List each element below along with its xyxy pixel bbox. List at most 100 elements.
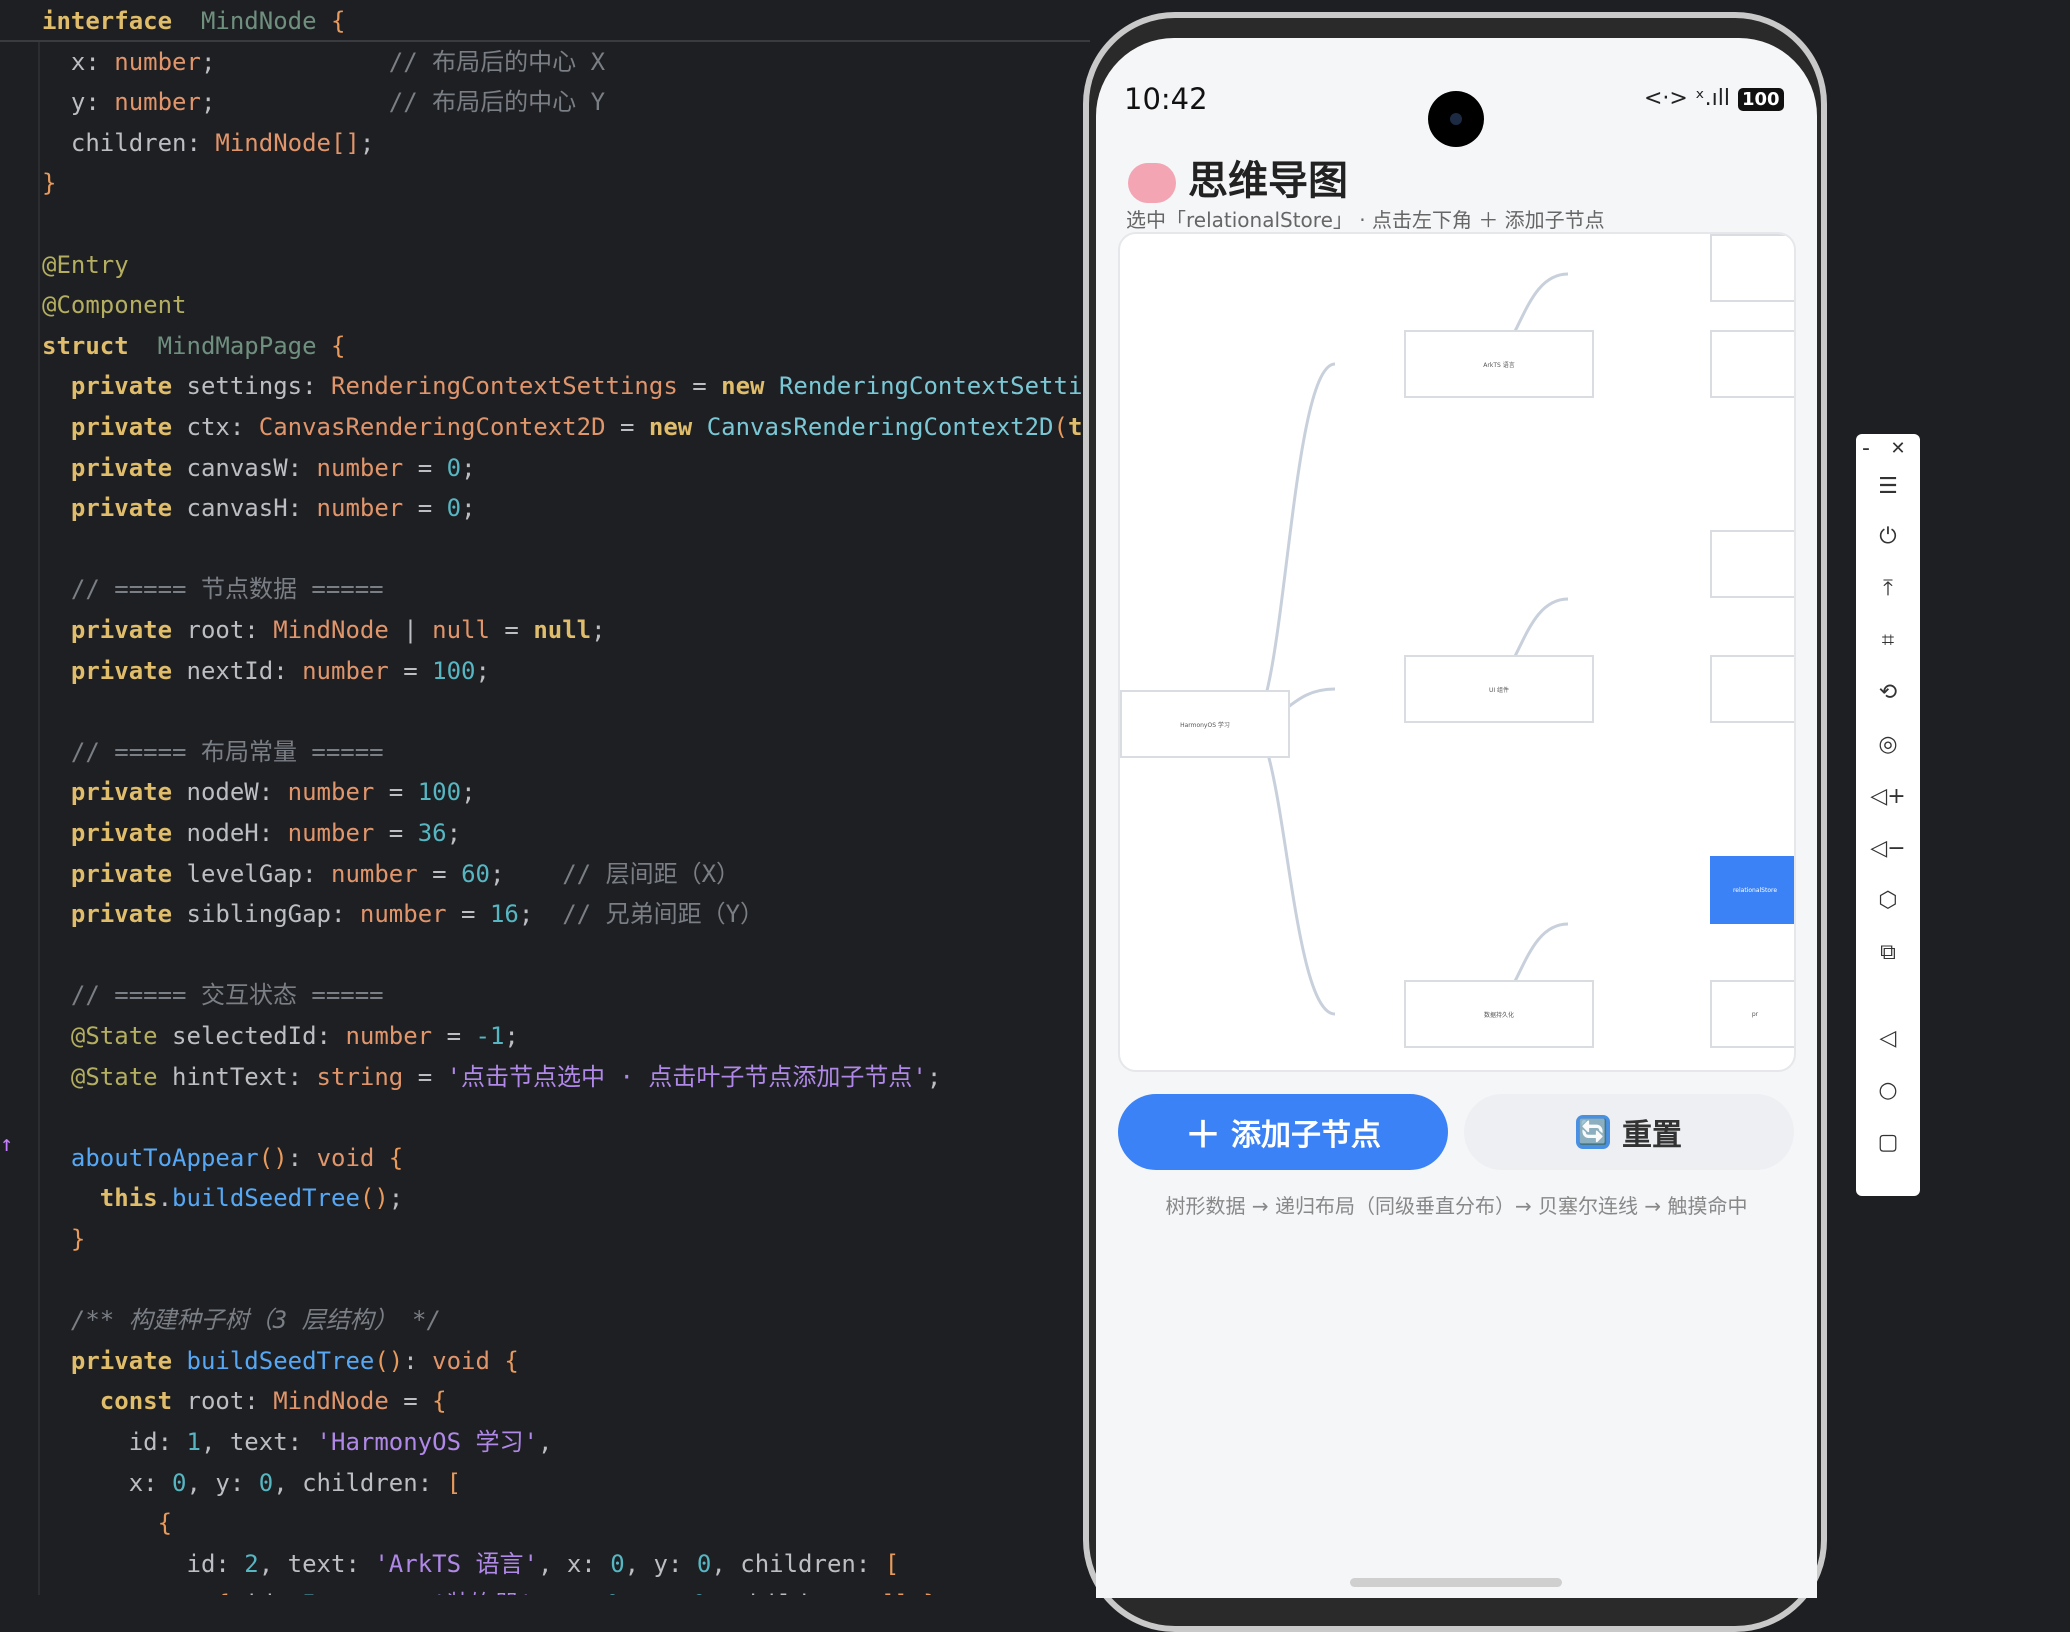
reset-button[interactable]: 🔄 重置: [1464, 1094, 1794, 1170]
code-token: struct: [42, 331, 129, 360]
code-line[interactable]: y: number; // 布局后的中心 Y: [42, 82, 605, 122]
code-token: number: [316, 453, 404, 482]
code-line[interactable]: struct MindMapPage {: [42, 326, 345, 366]
recents-icon[interactable]: ▢: [1856, 1130, 1920, 1155]
node-leaf-3[interactable]: [1710, 530, 1794, 598]
code-token: (): [258, 1143, 288, 1172]
code-token: nodeW:: [172, 778, 288, 807]
back-icon[interactable]: ◁: [1856, 1026, 1920, 1051]
code-token: new: [648, 413, 693, 441]
code-line[interactable]: id: 1, text: 'HarmonyOS 学习',: [42, 1422, 553, 1462]
volume-down-icon[interactable]: ◁−: [1856, 836, 1920, 861]
code-line[interactable]: private nodeH: number = 36;: [42, 813, 461, 853]
menu-icon[interactable]: ☰: [1856, 474, 1920, 499]
home-icon[interactable]: ○: [1856, 1078, 1920, 1103]
code-line[interactable]: }: [42, 163, 56, 203]
code-token: private: [42, 616, 173, 644]
page-title-text: 思维导图: [1188, 158, 1348, 204]
code-line[interactable]: /** 构建种子树（3 层结构） */: [42, 1300, 441, 1340]
code-token: ;: [504, 1022, 519, 1050]
code-token: number: [316, 494, 404, 523]
code-editor[interactable]: ↑ interface MindNode { x: number; // 布局后…: [0, 0, 1090, 1595]
code-line[interactable]: {: [42, 1503, 172, 1543]
code-line[interactable]: private canvasW: number = 0;: [42, 448, 476, 488]
code-token: ;: [446, 819, 462, 847]
node-leaf-pr[interactable]: pr: [1710, 980, 1794, 1048]
code-token: private: [42, 859, 173, 888]
code-token: x:: [42, 47, 115, 76]
code-token: |: [388, 616, 433, 644]
code-token: CanvasRenderingContext2D: [258, 413, 606, 441]
code-line[interactable]: // ===== 交互状态 =====: [42, 975, 384, 1015]
code-line[interactable]: @State selectedId: number = -1;: [42, 1016, 519, 1056]
multi-screen-icon[interactable]: ⧉: [1856, 940, 1920, 965]
node-data[interactable]: 数据持久化: [1404, 980, 1594, 1048]
code-token: number: [287, 778, 375, 807]
close-button[interactable]: ✕: [1878, 438, 1918, 459]
refresh-icon: 🔄: [1576, 1115, 1610, 1149]
code-line[interactable]: interface MindNode {: [42, 1, 345, 41]
mindmap-canvas[interactable]: HarmonyOS 学习 ArkTS 语言 UI 组件 数据持久化 relati…: [1118, 232, 1796, 1072]
code-token: ;: [200, 47, 389, 76]
screenshot-icon[interactable]: ◎: [1856, 732, 1920, 757]
code-token: // 兄弟间距（Y）: [562, 900, 765, 929]
code-line[interactable]: @Component: [42, 285, 187, 325]
pin-top-icon[interactable]: ⤒: [1856, 576, 1920, 601]
code-token: =: [403, 494, 447, 523]
code-line[interactable]: // ===== 节点数据 =====: [42, 569, 384, 609]
code-line[interactable]: private nodeW: number = 100;: [42, 772, 476, 812]
rotate-icon[interactable]: ⟲: [1856, 680, 1920, 705]
volume-up-icon[interactable]: ◁+: [1856, 784, 1920, 809]
code-token: {: [42, 1509, 173, 1538]
code-line[interactable]: { id: 5, text: '装饰器', x: 0, y: 0, childr…: [42, 1584, 937, 1595]
node-root[interactable]: HarmonyOS 学习: [1120, 690, 1290, 758]
fold-icon[interactable]: ⬡: [1856, 888, 1920, 913]
code-token: =: [388, 656, 433, 685]
crop-icon[interactable]: ⌗: [1856, 628, 1920, 653]
override-gutter-icon[interactable]: ↑: [0, 1132, 13, 1157]
phone-screen[interactable]: 10:42 <·> ˣ.ıll 100 思维导图 选中「relationalSto…: [1096, 38, 1817, 1598]
code-token: private: [42, 413, 173, 441]
code-line[interactable]: private siblingGap: number = 16; // 兄弟间距…: [42, 894, 764, 934]
code-line[interactable]: children: MindNode[];: [42, 123, 374, 163]
code-line[interactable]: id: 2, text: 'ArkTS 语言', x: 0, y: 0, chi…: [42, 1544, 899, 1584]
code-line[interactable]: private levelGap: number = 60; // 层间距（X）: [42, 854, 740, 894]
code-token: {: [316, 7, 346, 35]
code-line[interactable]: x: number; // 布局后的中心 X: [42, 42, 605, 82]
node-selected[interactable]: relationalStore: [1710, 856, 1794, 924]
code-token: private: [42, 494, 173, 523]
code-line[interactable]: private canvasH: number = 0;: [42, 488, 476, 528]
code-token: number: [114, 47, 201, 76]
code-line[interactable]: private buildSeedTree(): void {: [42, 1341, 519, 1381]
code-token: ;: [461, 778, 476, 807]
code-line[interactable]: private settings: RenderingContextSettin…: [42, 366, 1090, 406]
code-line[interactable]: private ctx: CanvasRenderingContext2D = …: [42, 407, 1090, 447]
add-child-button[interactable]: ＋ 添加子节点: [1118, 1094, 1448, 1170]
node-arkts[interactable]: ArkTS 语言: [1404, 330, 1594, 398]
code-token: , text:: [317, 1590, 433, 1595]
battery-icon: 100: [1737, 88, 1784, 111]
code-line[interactable]: @Entry: [42, 245, 129, 285]
home-indicator[interactable]: [1350, 1578, 1562, 1587]
code-line[interactable]: x: 0, y: 0, children: [: [42, 1463, 461, 1503]
node-leaf-4[interactable]: [1710, 655, 1794, 723]
code-token: nodeH:: [172, 819, 288, 847]
code-line[interactable]: this.buildSeedTree();: [42, 1178, 403, 1218]
code-line[interactable]: const root: MindNode = {: [42, 1381, 447, 1421]
node-leaf-1[interactable]: [1710, 234, 1794, 302]
node-ui[interactable]: UI 组件: [1404, 655, 1594, 723]
code-line[interactable]: // ===== 布局常量 =====: [42, 732, 384, 772]
code-token: null: [432, 616, 490, 644]
code-line[interactable]: @State hintText: string = '点击节点选中 · 点击叶子…: [42, 1057, 941, 1097]
node-leaf-2[interactable]: [1710, 330, 1794, 398]
code-line[interactable]: aboutToAppear(): void {: [42, 1138, 403, 1178]
code-token: // 层间距（X）: [562, 859, 741, 888]
code-line[interactable]: private root: MindNode | null = null;: [42, 610, 606, 650]
code-token: =: [374, 819, 418, 847]
code-line[interactable]: }: [42, 1219, 85, 1259]
code-line[interactable]: private nextId: number = 100;: [42, 651, 490, 691]
code-token: @State: [42, 1022, 158, 1050]
power-icon[interactable]: ⏻: [1856, 524, 1920, 549]
